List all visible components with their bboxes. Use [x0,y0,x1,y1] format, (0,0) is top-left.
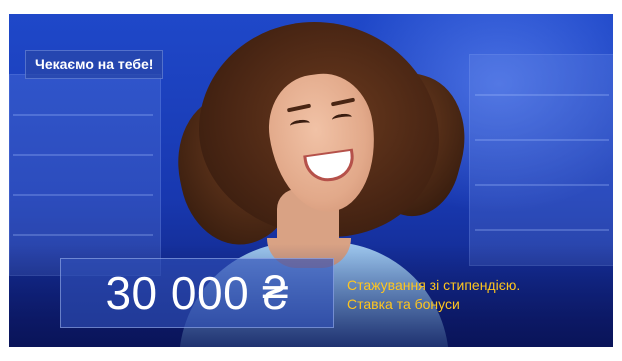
salary-amount: 30 000 ₴ [105,267,289,319]
waiting-for-you-tag: Чекаємо на тебе! [25,50,164,79]
salary-box: 30 000 ₴ [60,258,334,328]
perks-text: Стажування зі стипендією. Ставка та бону… [347,276,520,314]
perks-line-internship: Стажування зі стипендією. [347,277,521,293]
hiring-banner[interactable]: Чекаємо на тебе! 30 000 ₴ Стажування зі … [9,14,613,347]
perks-line-bonus: Ставка та бонуси [347,296,460,312]
